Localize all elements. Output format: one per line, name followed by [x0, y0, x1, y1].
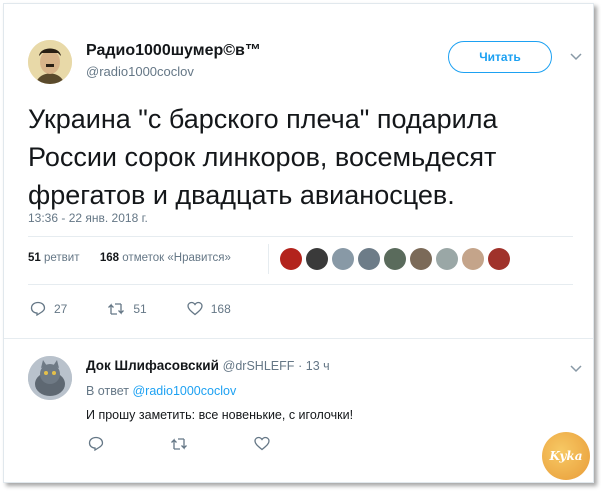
heart-icon	[254, 436, 270, 451]
chevron-down-icon[interactable]	[570, 48, 582, 64]
author-avatar[interactable]	[28, 40, 72, 84]
reply-header: Док Шлифасовский @drSHLEFF · 13 ч	[86, 358, 330, 373]
tweet-card: Радио1000шумер©в™ @radio1000coclov Читат…	[3, 3, 594, 483]
retweet-icon	[171, 437, 187, 450]
retweets-label[interactable]: ретвит	[44, 252, 79, 264]
likers-avatars	[280, 248, 510, 270]
tweet-stats: 51 ретвит 168 отметок «Нравится»	[28, 252, 231, 264]
follow-button[interactable]: Читать	[448, 41, 552, 73]
retweets-count[interactable]: 51	[28, 252, 41, 264]
author-handle[interactable]: @radio1000coclov	[86, 64, 194, 79]
retweet-count: 51	[133, 301, 147, 316]
author-name[interactable]: Радио1000шумер©в™	[86, 42, 261, 60]
dark-avatar[interactable]	[306, 248, 328, 270]
tweet-timestamp[interactable]: 13:36 - 22 янв. 2018 г.	[28, 211, 148, 225]
like-action[interactable]	[254, 436, 278, 451]
hammer-sickle-avatar[interactable]	[280, 248, 302, 270]
retweet-action[interactable]: 51	[107, 301, 147, 316]
retweet-action[interactable]	[170, 437, 196, 451]
reply-text: И прошу заметить: все новенькие, с иголо…	[86, 408, 354, 422]
reply-actions	[88, 436, 318, 451]
tweet-actions: 27 51 168	[30, 301, 271, 316]
reply-to-label: В ответ	[86, 384, 129, 398]
reply-author-name[interactable]: Док Шлифасовский	[86, 358, 219, 373]
divider	[28, 284, 573, 285]
default-avatar[interactable]	[332, 248, 354, 270]
cat-avatar[interactable]	[358, 248, 380, 270]
reply-icon	[88, 436, 104, 451]
reply-icon	[30, 301, 46, 316]
likes-count[interactable]: 168	[100, 252, 119, 264]
face-avatar[interactable]	[462, 248, 484, 270]
retweet-icon	[108, 302, 125, 315]
tweet-text: Украина "с барского плеча" подарила Росс…	[28, 104, 498, 210]
red-avatar[interactable]	[488, 248, 510, 270]
reply-action[interactable]	[88, 436, 112, 451]
car-avatar[interactable]	[436, 248, 458, 270]
reply-author-avatar[interactable]	[28, 356, 72, 400]
reply-author-handle[interactable]: @drSHLEFF	[223, 359, 295, 373]
divider	[4, 338, 593, 339]
like-count: 168	[210, 301, 231, 316]
likes-label[interactable]: отметок «Нравится»	[122, 252, 231, 264]
person-avatar[interactable]	[410, 248, 432, 270]
like-action[interactable]: 168	[187, 301, 231, 316]
reply-action[interactable]: 27	[30, 301, 67, 316]
kyka-logo-watermark: Kyka	[542, 432, 590, 480]
divider	[268, 244, 269, 274]
reply-count: 27	[54, 301, 68, 316]
heart-icon	[187, 301, 203, 316]
chevron-down-icon[interactable]	[570, 360, 582, 376]
reply-context: В ответ @radio1000coclov	[86, 384, 236, 398]
divider	[28, 236, 573, 237]
reply-to-handle[interactable]: @radio1000coclov	[132, 384, 236, 398]
pattern-avatar[interactable]	[384, 248, 406, 270]
reply-time[interactable]: · 13 ч	[298, 359, 330, 373]
